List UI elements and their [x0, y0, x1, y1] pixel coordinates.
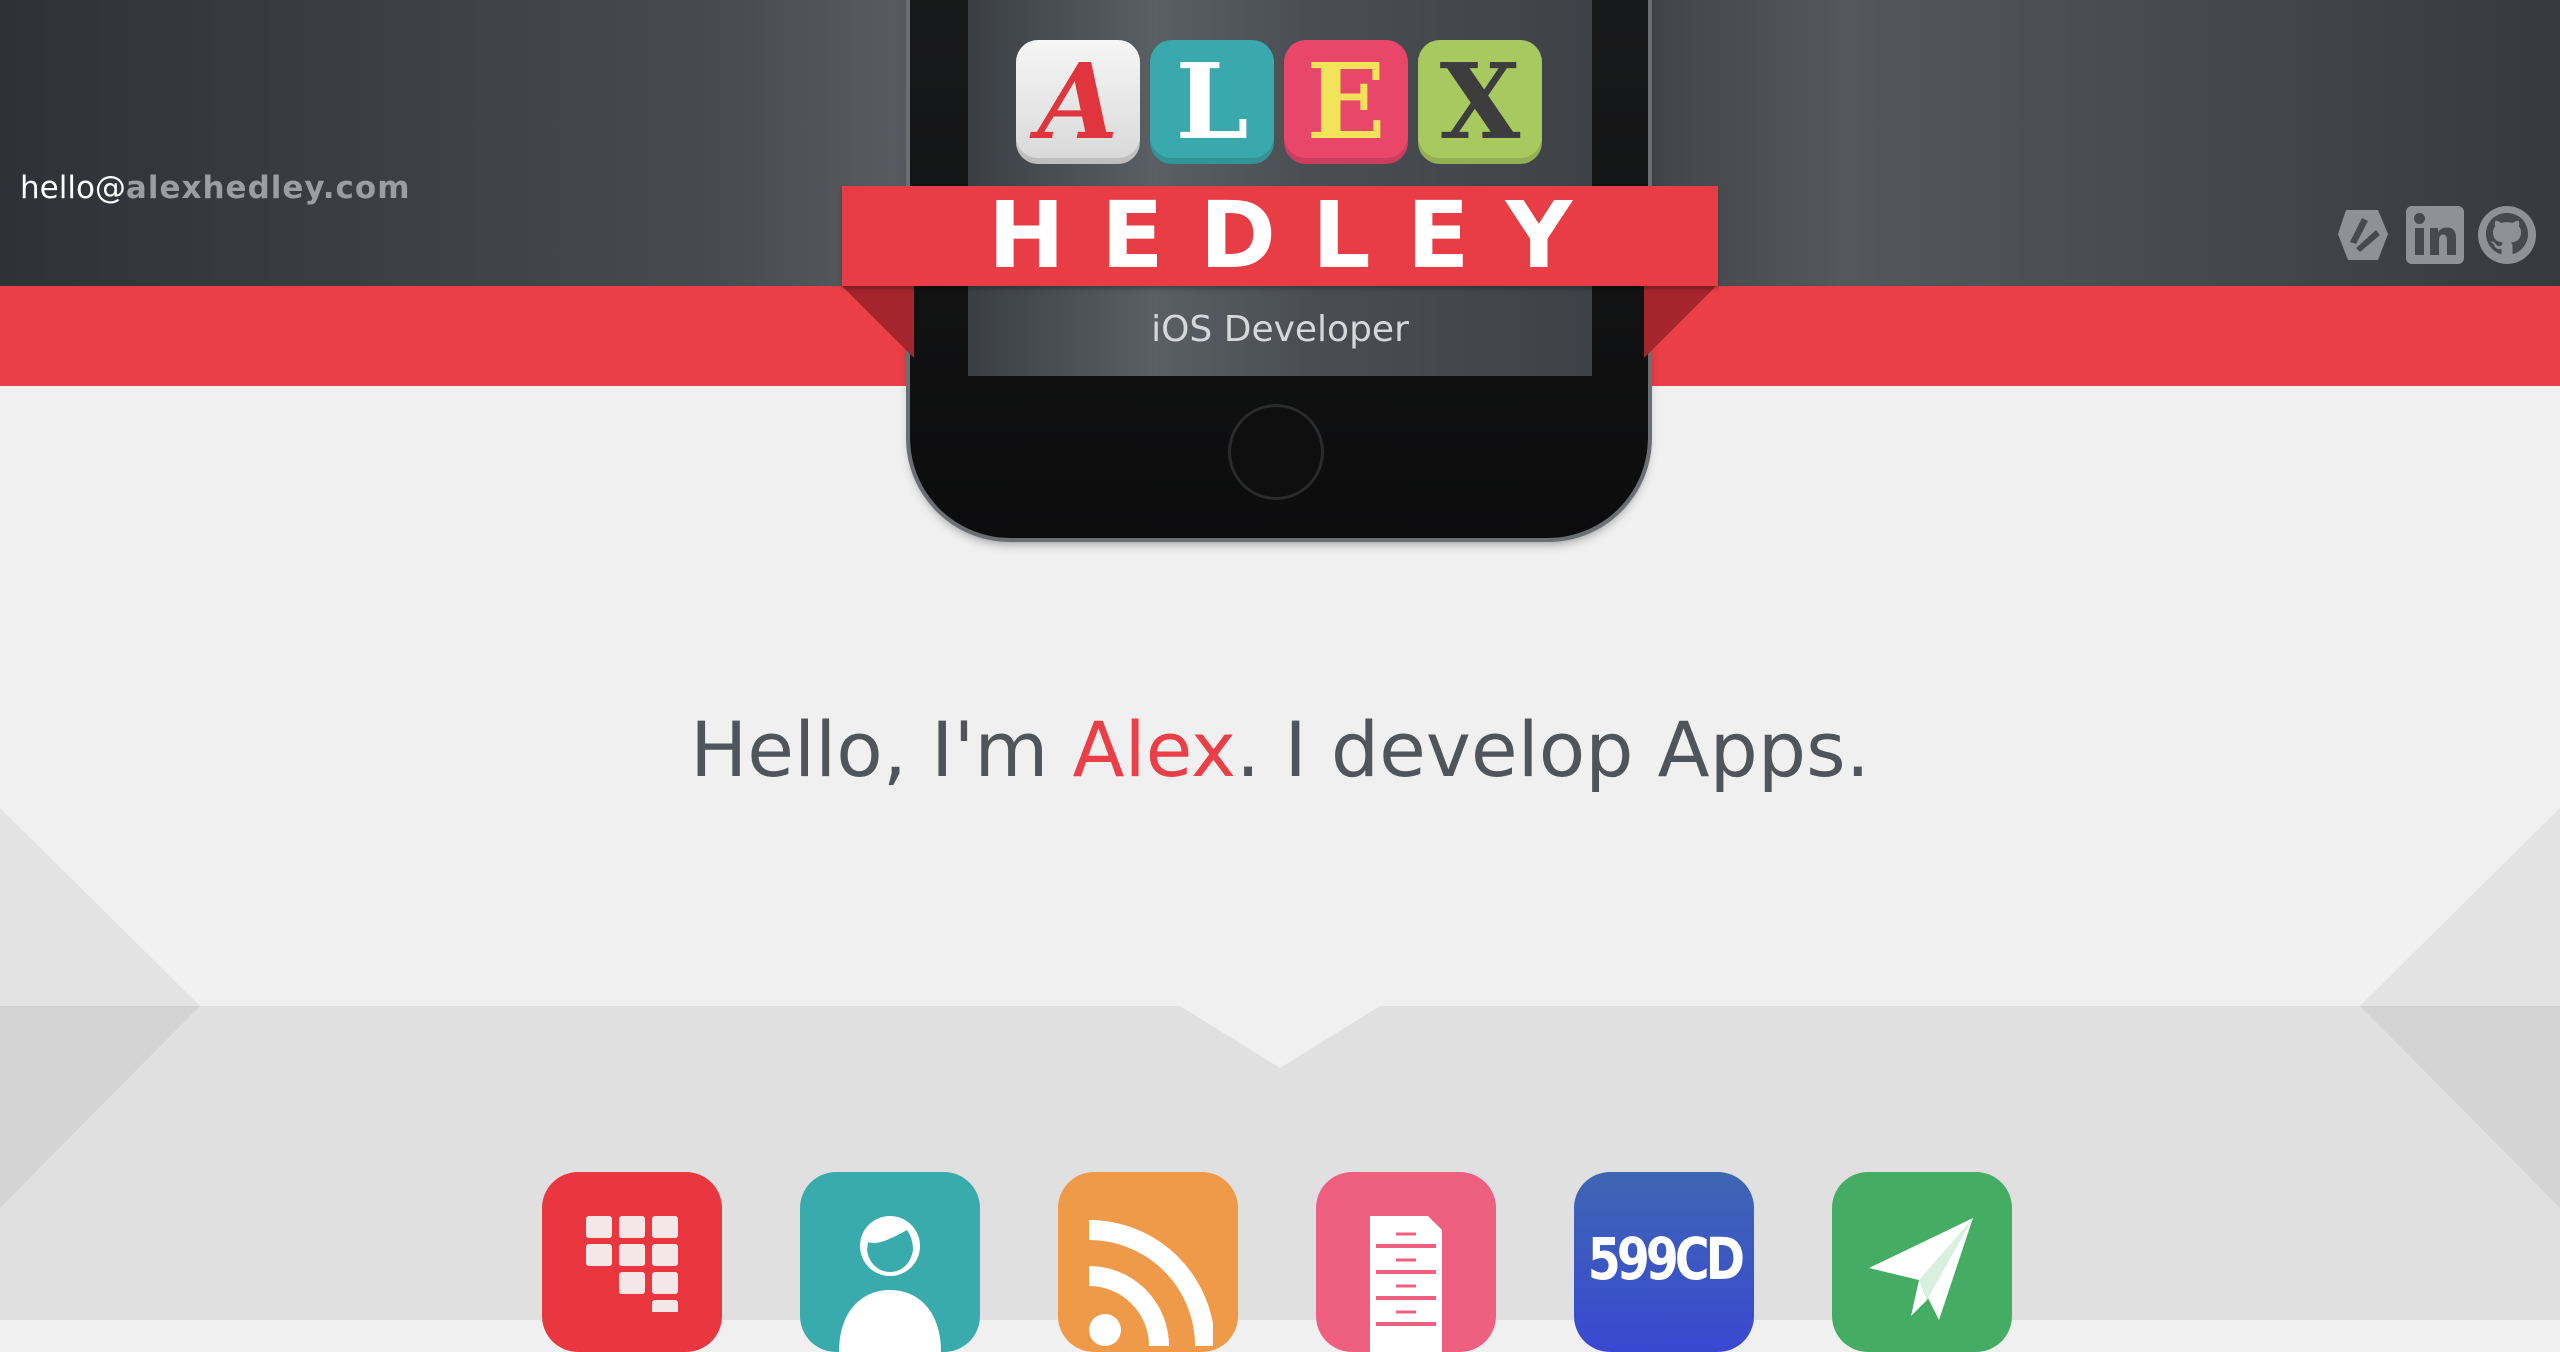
app-about-button[interactable]	[800, 1172, 980, 1352]
filing-cabinet-icon	[1370, 1216, 1442, 1352]
email-link[interactable]: hello@alexhedley.com	[20, 166, 411, 210]
logo-tile-l: L	[1150, 40, 1274, 164]
logo-tiles: A L E X	[1016, 40, 1542, 164]
email-user: hello@	[20, 170, 126, 206]
app-blog-button[interactable]	[1058, 1172, 1238, 1352]
social-links	[2332, 204, 2538, 266]
person-icon	[839, 1216, 941, 1352]
app-599cd-button[interactable]: 599CD	[1574, 1172, 1754, 1352]
logo-tile-a: A	[1016, 40, 1140, 164]
home-button	[1228, 404, 1324, 500]
github-icon[interactable]	[2476, 204, 2538, 266]
rss-icon	[1088, 1220, 1213, 1347]
app-contact-button[interactable]	[1832, 1172, 2012, 1352]
stackoverflow-icon[interactable]	[2332, 204, 2394, 266]
app-portfolio-button[interactable]	[1316, 1172, 1496, 1352]
hero-headline: Hello, I'm Alex. I develop Apps.	[0, 700, 2560, 800]
right-side-decoration	[2360, 808, 2560, 1208]
hero-name: Alex	[1072, 705, 1237, 794]
logo-tile-e: E	[1284, 40, 1408, 164]
grid-icon	[586, 1216, 678, 1312]
599cd-logo: 599CD	[1587, 1225, 1744, 1293]
ribbon-fold-right	[1644, 286, 1716, 358]
linkedin-icon[interactable]	[2404, 204, 2466, 266]
hero-text-after: . I develop Apps.	[1236, 705, 1870, 794]
left-side-decoration	[0, 808, 200, 1208]
hero-text-before: Hello, I'm	[690, 705, 1073, 794]
ribbon-fold-left	[842, 286, 914, 358]
app-icon-row: 599CD	[542, 1172, 2012, 1352]
ribbon-name-text: HEDLEY	[987, 182, 1609, 289]
band-notch	[1180, 1006, 1380, 1068]
logo-tile-x: X	[1418, 40, 1542, 164]
app-grid-button[interactable]	[542, 1172, 722, 1352]
paper-plane-icon	[1869, 1218, 1973, 1320]
job-title: iOS Developer	[1151, 309, 1409, 350]
email-domain: alexhedley.com	[125, 170, 411, 206]
